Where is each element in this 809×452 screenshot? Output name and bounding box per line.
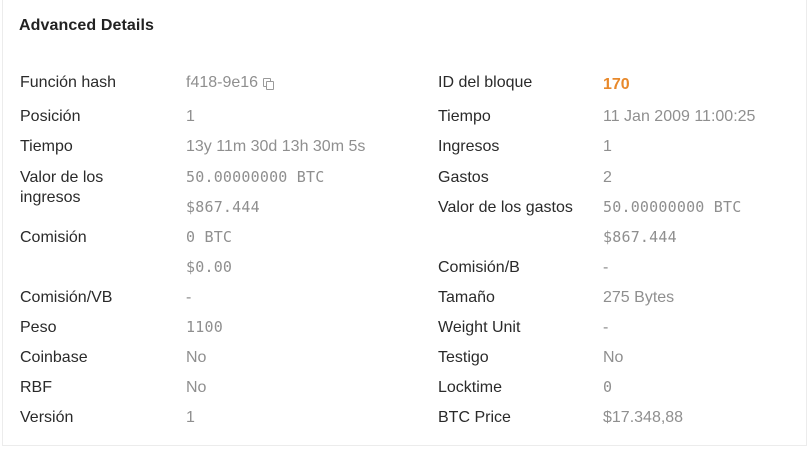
block-id-label: ID del bloque <box>438 74 533 91</box>
block-id-link[interactable]: 170 <box>603 74 630 95</box>
hash-value: f418-9e16 <box>186 74 259 91</box>
btc-price-label: BTC Price <box>438 409 511 426</box>
version-label: Versión <box>20 409 74 426</box>
input-value-label-line1: Valor de los <box>20 169 104 186</box>
output-value-usd: $867.444 <box>603 228 677 246</box>
btc-price-value: $17.348,88 <box>603 409 684 426</box>
size-value: 275 Bytes <box>603 289 675 306</box>
input-value-btc: 50.00000000 BTC <box>186 168 325 186</box>
fee-b-value: - <box>603 259 609 276</box>
coinbase-label: Coinbase <box>20 349 88 366</box>
fee-usd: $0.00 <box>186 258 233 276</box>
weight-unit-value: - <box>603 319 609 336</box>
fee-vb-label: Comisión/VB <box>20 289 113 306</box>
input-value-label-line2: ingresos <box>20 189 81 206</box>
locktime-label: Locktime <box>438 379 503 396</box>
fee-label: Comisión <box>20 229 87 246</box>
version-value: 1 <box>186 409 195 426</box>
inputs-value: 1 <box>603 138 612 155</box>
fee-vb-value: - <box>186 289 192 306</box>
block-time-value: 11 Jan 2009 11:00:25 <box>603 108 756 125</box>
witness-label: Testigo <box>438 349 489 366</box>
outputs-value: 2 <box>603 169 612 186</box>
position-label: Posición <box>20 108 81 125</box>
output-value-label: Valor de los gastos <box>438 199 573 216</box>
output-value-btc: 50.00000000 BTC <box>603 198 742 216</box>
position-value: 1 <box>186 108 195 125</box>
advanced-details-panel: Advanced Details Función hash f418-9e16 … <box>2 0 807 446</box>
block-time-label: Tiempo <box>438 108 491 125</box>
fee-b-label: Comisión/B <box>438 259 520 276</box>
size-label: Tamaño <box>438 289 495 306</box>
locktime-value: 0 <box>603 378 613 396</box>
input-value-usd: $867.444 <box>186 198 260 216</box>
weight-unit-label: Weight Unit <box>438 319 521 336</box>
weight-value: 1100 <box>186 318 223 336</box>
outputs-label: Gastos <box>438 169 489 186</box>
hash-label: Función hash <box>20 74 117 91</box>
hash-value-wrap[interactable]: f418-9e16 <box>186 72 275 93</box>
time-value: 13y 11m 30d 13h 30m 5s <box>186 138 366 155</box>
weight-label: Peso <box>20 319 57 336</box>
section-title: Advanced Details <box>19 17 154 34</box>
coinbase-value: No <box>186 349 207 366</box>
copy-icon[interactable] <box>263 78 275 90</box>
rbf-value: No <box>186 379 207 396</box>
rbf-label: RBF <box>20 379 52 396</box>
time-label: Tiempo <box>20 138 73 155</box>
fee-btc: 0 BTC <box>186 228 233 246</box>
witness-value: No <box>603 349 624 366</box>
inputs-label: Ingresos <box>438 138 500 155</box>
